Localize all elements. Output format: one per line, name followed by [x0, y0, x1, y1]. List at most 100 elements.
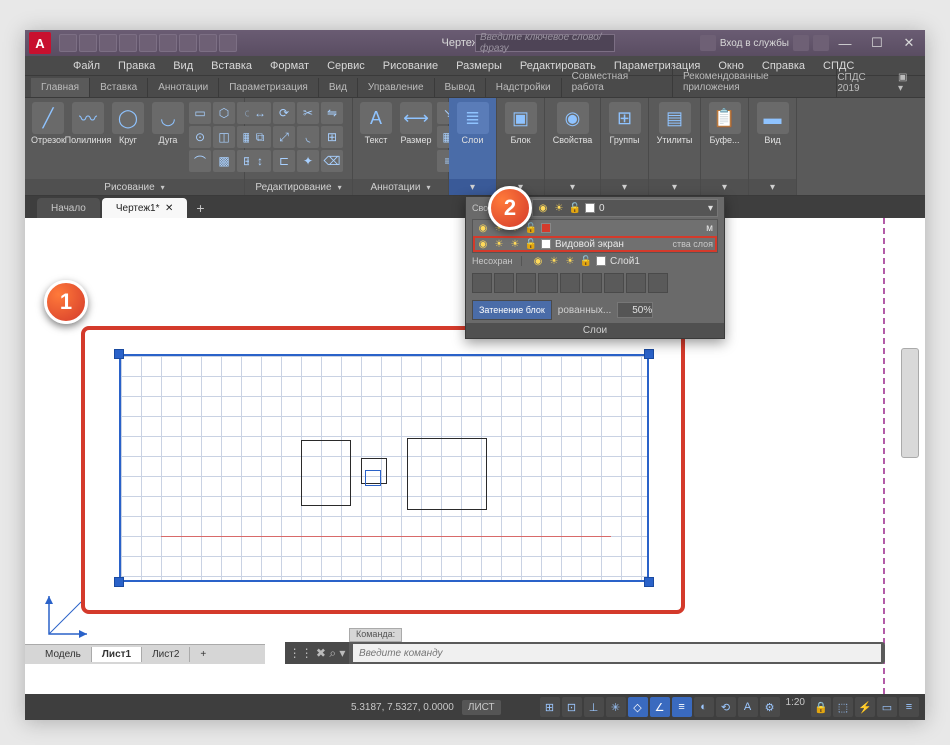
- sb-iso-icon[interactable]: ⬚: [833, 697, 853, 717]
- layer-item-viewport[interactable]: ◉☀☀🔓Видовой экранства слоя: [473, 236, 717, 252]
- exchange-icon[interactable]: [793, 35, 809, 51]
- text-button[interactable]: AТекст: [357, 100, 395, 147]
- tab-annotate[interactable]: Аннотации: [148, 78, 219, 97]
- qat-open-icon[interactable]: [79, 34, 97, 52]
- shade-button[interactable]: Затенение блок: [472, 300, 552, 320]
- array-icon[interactable]: ⊞: [321, 126, 343, 148]
- qat-web-icon[interactable]: [139, 34, 157, 52]
- qat-redo-icon[interactable]: [199, 34, 217, 52]
- panel-draw-label[interactable]: Рисование: [25, 179, 244, 195]
- offset-icon[interactable]: ⊏: [273, 150, 295, 172]
- trim-icon[interactable]: ✂: [297, 102, 319, 124]
- tab-home[interactable]: Главная: [31, 78, 90, 97]
- rotate-icon[interactable]: ⟳: [273, 102, 295, 124]
- lt-8[interactable]: [626, 273, 646, 293]
- sb-clean-icon[interactable]: ▭: [877, 697, 897, 717]
- ribbon-options-icon[interactable]: ▣ ▾: [898, 72, 915, 94]
- menu-insert[interactable]: Вставка: [203, 58, 260, 74]
- menu-edit[interactable]: Правка: [110, 58, 163, 74]
- draw-small-4[interactable]: ⊙: [189, 126, 211, 148]
- draw-small-8[interactable]: ▩: [213, 150, 235, 172]
- tab-parametric[interactable]: Параметризация: [219, 78, 319, 97]
- tab-spds2019[interactable]: СПДС 2019: [837, 72, 890, 94]
- sb-ortho-icon[interactable]: ⊥: [584, 697, 604, 717]
- command-input[interactable]: [353, 644, 881, 662]
- grip-tl[interactable]: [114, 349, 124, 359]
- dimension-button[interactable]: ⟷Размер: [397, 100, 435, 147]
- lt-4[interactable]: [538, 273, 558, 293]
- user-icon[interactable]: [700, 35, 716, 51]
- tab-manage[interactable]: Управление: [358, 78, 435, 97]
- sb-cycle-icon[interactable]: ⟲: [716, 697, 736, 717]
- panel-block[interactable]: ▣Блок ▾: [497, 98, 545, 195]
- sb-annovisible-icon[interactable]: ⚙: [760, 697, 780, 717]
- qat-plot-icon[interactable]: [159, 34, 177, 52]
- qat-new-icon[interactable]: [59, 34, 77, 52]
- minimize-button[interactable]: —: [829, 30, 861, 56]
- help-search[interactable]: Введите ключевое слово/фразу: [475, 34, 615, 52]
- draw-small-5[interactable]: ◫: [213, 126, 235, 148]
- shade-percent[interactable]: [617, 302, 653, 318]
- draw-small-1[interactable]: ▭: [189, 102, 211, 124]
- tab-insert[interactable]: Вставка: [90, 78, 148, 97]
- move-icon[interactable]: ↔: [249, 102, 271, 124]
- sb-scale[interactable]: 1:20: [782, 697, 809, 717]
- tab-drawing1[interactable]: Чертеж1* ✕: [102, 198, 188, 218]
- viewport-object[interactable]: [119, 354, 649, 582]
- grip-br[interactable]: [644, 577, 654, 587]
- draw-small-2[interactable]: ⬡: [213, 102, 235, 124]
- tab-collab[interactable]: Совместная работа: [562, 67, 673, 97]
- panel-modify-label[interactable]: Редактирование: [245, 179, 352, 195]
- sb-grid-icon[interactable]: ⊞: [540, 697, 560, 717]
- space-indicator[interactable]: ЛИСТ: [462, 700, 501, 715]
- tab-sheet1[interactable]: Лист1: [92, 647, 142, 662]
- tab-start[interactable]: Начало: [37, 198, 100, 218]
- lt-1[interactable]: [472, 273, 492, 293]
- grip-bl[interactable]: [114, 577, 124, 587]
- fillet-icon[interactable]: ◟: [297, 126, 319, 148]
- panel-properties[interactable]: ◉Свойства ▾: [545, 98, 601, 195]
- menu-tools[interactable]: Сервис: [319, 58, 373, 74]
- tab-featured[interactable]: Рекомендованные приложения: [673, 67, 837, 97]
- tab-add[interactable]: +: [189, 198, 211, 218]
- help-icon[interactable]: [813, 35, 829, 51]
- sb-hardware-icon[interactable]: ⚡: [855, 697, 875, 717]
- erase-icon[interactable]: ⌫: [321, 150, 343, 172]
- lt-3[interactable]: [516, 273, 536, 293]
- sb-custom-icon[interactable]: ≡: [899, 697, 919, 717]
- qat-undo-icon[interactable]: [179, 34, 197, 52]
- qat-more-icon[interactable]: [219, 34, 237, 52]
- sb-otrack-icon[interactable]: ∠: [650, 697, 670, 717]
- app-logo[interactable]: A: [29, 32, 51, 54]
- qat-saveas-icon[interactable]: [119, 34, 137, 52]
- explode-icon[interactable]: ✦: [297, 150, 319, 172]
- scale-icon[interactable]: ⤢: [273, 126, 295, 148]
- nav-bar[interactable]: [901, 348, 919, 458]
- sb-osnap-icon[interactable]: ◇: [628, 697, 648, 717]
- tab-layout-add[interactable]: +: [190, 647, 216, 662]
- sb-lock-icon[interactable]: 🔒: [811, 697, 831, 717]
- mirror-icon[interactable]: ⇋: [321, 102, 343, 124]
- menu-view[interactable]: Вид: [165, 58, 201, 74]
- panel-groups[interactable]: ⊞Группы ▾: [601, 98, 649, 195]
- panel-utilities[interactable]: ▤Утилиты ▾: [649, 98, 701, 195]
- stretch-icon[interactable]: ↕: [249, 150, 271, 172]
- polyline-button[interactable]: 〰Полилиния: [69, 100, 107, 147]
- lt-2[interactable]: [494, 273, 514, 293]
- panel-clipboard[interactable]: 📋Буфе... ▾: [701, 98, 749, 195]
- menu-dimension[interactable]: Размеры: [448, 58, 510, 74]
- maximize-button[interactable]: ☐: [861, 30, 893, 56]
- sb-annoscale-icon[interactable]: A: [738, 697, 758, 717]
- layer-combo[interactable]: ◉ ☀ 🔓 0 ▾: [532, 199, 718, 217]
- lt-9[interactable]: [648, 273, 668, 293]
- line-button[interactable]: ╱Отрезок: [29, 100, 67, 147]
- tab-output[interactable]: Вывод: [435, 78, 486, 97]
- menu-format[interactable]: Формат: [262, 58, 317, 74]
- arc-button[interactable]: ◡Дуга: [149, 100, 187, 147]
- sb-lwt-icon[interactable]: ≡: [672, 697, 692, 717]
- tab-addins[interactable]: Надстройки: [486, 78, 562, 97]
- circle-button[interactable]: ◯Круг: [109, 100, 147, 147]
- menu-draw[interactable]: Рисование: [375, 58, 446, 74]
- close-button[interactable]: ✕: [893, 30, 925, 56]
- menu-file[interactable]: Файл: [65, 58, 108, 74]
